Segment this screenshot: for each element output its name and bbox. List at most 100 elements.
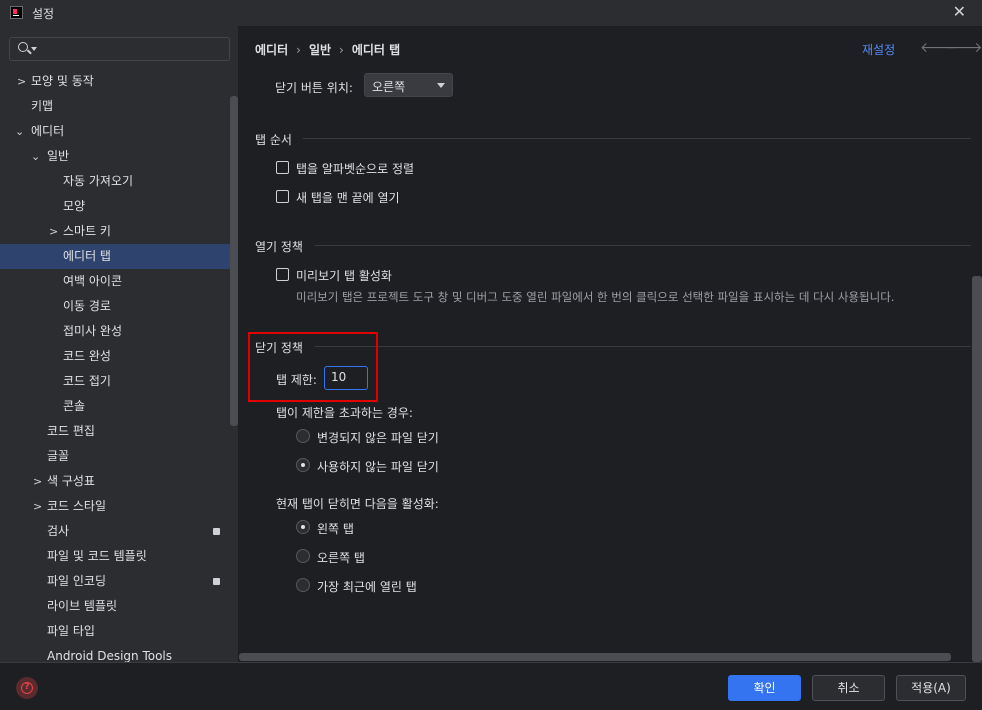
- help-button[interactable]: ?: [16, 677, 38, 699]
- sidebar-item-label: 코드 스타일: [47, 499, 107, 513]
- window-title: 설정: [32, 7, 55, 21]
- chevron-right-icon[interactable]: >: [33, 494, 42, 519]
- chevron-right-icon[interactable]: >: [33, 469, 42, 494]
- content-vertical-scrollbar[interactable]: [972, 276, 982, 662]
- close-icon[interactable]: ✕: [953, 2, 966, 21]
- sidebar-item-label: 키맵: [31, 99, 54, 113]
- chevron-down-icon[interactable]: ⌄: [15, 119, 24, 144]
- sidebar-item-file-encodings[interactable]: 파일 인코딩: [0, 569, 238, 594]
- title-bar: 설정 ✕: [0, 0, 982, 26]
- breadcrumb-item[interactable]: 에디터: [255, 43, 288, 57]
- project-scope-icon: [213, 578, 220, 585]
- chevron-right-icon[interactable]: >: [17, 69, 26, 94]
- sidebar-item-label: 라이브 템플릿: [47, 599, 118, 613]
- right-tab-label[interactable]: 오른쪽 탭: [317, 549, 365, 566]
- sidebar-item-label: 콘솔: [63, 399, 86, 413]
- sidebar-item-file-types[interactable]: 파일 타입: [0, 619, 238, 644]
- enable-preview-label[interactable]: 미리보기 탭 활성화: [296, 267, 392, 284]
- sidebar-scrollbar[interactable]: [230, 96, 238, 426]
- ok-button[interactable]: 확인: [728, 675, 801, 701]
- sidebar-item-label: 에디터 탭: [63, 249, 111, 263]
- reset-link[interactable]: 재설정: [862, 41, 895, 58]
- search-icon: [18, 42, 28, 52]
- sidebar-item-label: 이동 경로: [63, 299, 111, 313]
- exceed-limit-label: 탭이 제한을 초과하는 경우:: [276, 406, 413, 420]
- on-close-label: 현재 탭이 닫히면 다음을 활성화:: [276, 497, 439, 511]
- forward-arrow-icon[interactable]: 🡒: [945, 39, 982, 56]
- breadcrumb: 에디터 › 일반 › 에디터 탭: [255, 41, 400, 58]
- open-at-end-checkbox[interactable]: [276, 190, 289, 203]
- close-unchanged-label[interactable]: 변경되지 않은 파일 닫기: [317, 429, 439, 446]
- sidebar-item-editor-tabs[interactable]: 에디터 탭: [0, 244, 238, 269]
- sidebar-item-general[interactable]: ⌄ 일반: [0, 144, 238, 169]
- sidebar-item-appearance-sub[interactable]: 모양: [0, 194, 238, 219]
- sidebar-item-file-templates[interactable]: 파일 및 코드 템플릿: [0, 544, 238, 569]
- sidebar-item-gutter-icons[interactable]: 여백 아이콘: [0, 269, 238, 294]
- sidebar-item-label: 코드 편집: [47, 424, 95, 438]
- enable-preview-checkbox[interactable]: [276, 268, 289, 281]
- breadcrumb-item[interactable]: 일반: [309, 43, 331, 57]
- sidebar-item-console[interactable]: 콘솔: [0, 394, 238, 419]
- cancel-button[interactable]: 취소: [812, 675, 885, 701]
- sidebar-item-color-scheme[interactable]: > 색 구성표: [0, 469, 238, 494]
- recent-tab-label[interactable]: 가장 최근에 열린 탭: [317, 578, 417, 595]
- search-input[interactable]: [9, 37, 230, 61]
- app-logo-icon: [10, 6, 23, 19]
- close-button-position-label: 닫기 버튼 위치:: [275, 81, 353, 95]
- breadcrumb-item: 에디터 탭: [351, 43, 401, 57]
- sidebar-item-code-editing[interactable]: 코드 편집: [0, 419, 238, 444]
- settings-sidebar: > 모양 및 동작 키맵 ⌄ 에디터 ⌄ 일반 자동 가져오기 모양 > 스마트…: [0, 26, 238, 663]
- chevron-down-icon[interactable]: ⌄: [31, 144, 40, 169]
- close-unused-label[interactable]: 사용하지 않는 파일 닫기: [317, 458, 439, 475]
- close-button-position-value: 오른쪽: [372, 80, 406, 94]
- chevron-down-icon: [31, 47, 37, 51]
- breadcrumb-separator-icon: ›: [296, 43, 301, 57]
- sidebar-item-label: 검사: [47, 524, 70, 538]
- section-title-tab-order: 탭 순서: [255, 133, 292, 147]
- apply-button[interactable]: 적용(A): [896, 675, 966, 701]
- sidebar-item-label: 자동 가져오기: [63, 174, 134, 188]
- breadcrumb-separator-icon: ›: [339, 43, 344, 57]
- left-tab-radio[interactable]: [296, 520, 310, 534]
- sidebar-item-keymap[interactable]: 키맵: [0, 94, 238, 119]
- section-divider: [315, 346, 971, 347]
- sidebar-item-live-templates[interactable]: 라이브 템플릿: [0, 594, 238, 619]
- settings-content: 에디터 › 일반 › 에디터 탭 재설정 🡐 🡒 닫기 버튼 위치: 오른쪽 탭 순서 …: [239, 26, 982, 662]
- close-button-position-select[interactable]: 오른쪽: [364, 73, 453, 97]
- close-unused-radio[interactable]: [296, 458, 310, 472]
- sidebar-item-font[interactable]: 글꼴: [0, 444, 238, 469]
- dialog-footer: ? 확인 취소 적용(A): [0, 662, 982, 710]
- sidebar-item-editor[interactable]: ⌄ 에디터: [0, 119, 238, 144]
- sidebar-item-label: 에디터: [31, 124, 65, 138]
- sidebar-item-label: 접미사 완성: [63, 324, 123, 338]
- sidebar-item-label: 색 구성표: [47, 474, 95, 488]
- sidebar-item-label: 코드 접기: [63, 374, 111, 388]
- open-at-end-label[interactable]: 새 탭을 맨 끝에 열기: [296, 189, 400, 206]
- left-tab-label[interactable]: 왼쪽 탭: [317, 520, 354, 537]
- sort-alpha-label[interactable]: 탭을 알파벳순으로 정렬: [296, 160, 414, 177]
- section-divider: [315, 245, 971, 246]
- highlight-annotation-box: [248, 332, 378, 402]
- close-unchanged-radio[interactable]: [296, 429, 310, 443]
- section-divider: [303, 138, 971, 139]
- chevron-down-icon: [437, 83, 445, 88]
- sidebar-item-code-style[interactable]: > 코드 스타일: [0, 494, 238, 519]
- sidebar-item-code-folding[interactable]: 코드 접기: [0, 369, 238, 394]
- sidebar-item-postfix-completion[interactable]: 접미사 완성: [0, 319, 238, 344]
- recent-tab-radio[interactable]: [296, 578, 310, 592]
- sidebar-item-label: 일반: [47, 149, 70, 163]
- sidebar-item-inspections[interactable]: 검사: [0, 519, 238, 544]
- sidebar-item-label: 파일 인코딩: [47, 574, 107, 588]
- help-icon: ?: [21, 682, 33, 694]
- sidebar-item-label: 모양: [63, 199, 86, 213]
- right-tab-radio[interactable]: [296, 549, 310, 563]
- sidebar-item-breadcrumbs[interactable]: 이동 경로: [0, 294, 238, 319]
- sort-alpha-checkbox[interactable]: [276, 161, 289, 174]
- sidebar-item-label: 파일 타입: [47, 624, 95, 638]
- sidebar-item-appearance[interactable]: > 모양 및 동작: [0, 69, 238, 94]
- sidebar-item-auto-import[interactable]: 자동 가져오기: [0, 169, 238, 194]
- chevron-right-icon[interactable]: >: [49, 219, 58, 244]
- content-horizontal-scrollbar[interactable]: [239, 653, 951, 661]
- sidebar-item-code-completion[interactable]: 코드 완성: [0, 344, 238, 369]
- sidebar-item-smart-keys[interactable]: > 스마트 키: [0, 219, 238, 244]
